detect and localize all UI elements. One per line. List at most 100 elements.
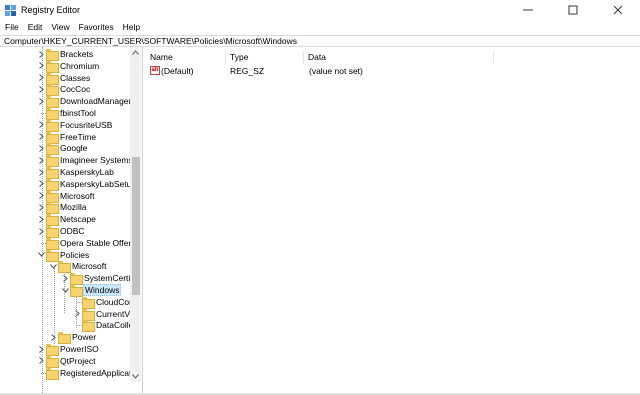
tree-node[interactable]: RegisteredApplicatio [3,367,142,380]
expand-right-icon[interactable] [37,83,45,95]
tree-node[interactable]: DataCollect [3,319,142,333]
tree-node-label: fbinstTool [60,108,96,118]
expand-down-icon[interactable] [37,249,45,261]
menu-edit[interactable]: Edit [23,21,47,33]
tree-node[interactable]: fbinstTool [3,107,142,120]
tree-node[interactable]: Netscape [3,213,142,227]
maximize-icon [568,5,577,15]
scroll-thumb[interactable] [132,157,140,295]
tree-node[interactable]: KasperskyLab [3,166,142,179]
string-value-icon: ab [150,66,160,75]
close-button[interactable] [595,0,640,20]
folder-icon [46,60,59,73]
tree-node[interactable]: Microsoft [3,260,142,274]
chevron-up-icon [132,50,139,55]
tree-node[interactable]: Google [3,142,142,156]
menu-bar: File Edit View Favorites Help [0,21,145,33]
tree-node[interactable]: KasperskyLabSetup [3,178,142,191]
tree-node[interactable]: Mozilla [3,201,142,215]
tree-node[interactable]: CurrentVers [3,308,142,321]
expand-right-icon[interactable] [37,48,45,60]
folder-icon [58,261,71,274]
folder-icon [70,273,83,286]
expand-right-icon[interactable] [37,190,45,202]
expand-right-icon[interactable] [37,95,45,107]
chevron-down-icon [132,374,139,379]
tree-node-label: FocusriteUSB [60,119,113,130]
expand-down-icon[interactable] [49,260,57,272]
expand-right-icon[interactable] [37,178,45,190]
tree-node-label: FreeTime [60,131,97,142]
menu-view[interactable]: View [47,21,74,33]
tree-node[interactable]: Power [3,331,142,345]
address-input[interactable]: Computer\HKEY_CURRENT_USER\SOFTWARE\Poli… [4,36,297,46]
folder-icon [58,332,71,345]
folder-icon [82,320,95,333]
folder-icon [46,226,59,238]
tree-node[interactable]: Chromium [3,60,142,73]
expand-right-icon[interactable] [37,60,45,72]
tree-node[interactable]: ODBC [3,225,142,238]
tree-node[interactable]: QtProject [3,355,142,368]
maximize-button[interactable] [550,0,595,20]
folder-icon [46,155,59,168]
tree-node-label: Brackets [60,49,94,59]
folder-icon [46,131,59,144]
value-row[interactable]: ab (Default) REG_SZ (value not set) [146,65,636,77]
column-header-name[interactable]: Name [146,51,226,64]
expand-down-icon[interactable] [61,284,69,296]
value-type: REG_SZ [230,66,265,76]
expand-right-icon[interactable] [37,343,45,355]
folder-icon [46,119,59,132]
menu-file[interactable]: File [0,21,23,33]
tree-node-label: Windows [83,284,122,296]
expand-right-icon[interactable] [61,272,69,284]
column-header-data[interactable]: Data [304,51,494,64]
tree-node[interactable]: Microsoft [3,190,142,203]
folder-icon [46,237,59,250]
expand-right-icon[interactable] [37,131,45,143]
tree-node[interactable]: FocusriteUSB [3,119,142,132]
menu-help[interactable]: Help [118,21,144,33]
folder-icon [46,96,59,109]
tree-node[interactable]: CloudCont [3,296,142,309]
tree-node[interactable]: CocCoc [3,83,142,97]
scroll-up-button[interactable] [130,47,141,58]
expand-right-icon[interactable] [37,72,45,84]
expand-right-icon[interactable] [37,142,45,154]
tree-node[interactable]: Windows [3,284,142,297]
expand-right-icon[interactable] [37,154,45,166]
tree-node[interactable]: Classes [3,72,142,85]
expand-right-icon[interactable] [49,331,57,343]
folder-icon [46,214,59,227]
tree-node[interactable]: Opera Stable Offer [3,237,142,250]
expand-right-icon[interactable] [37,166,45,178]
tree-node[interactable]: Imagineer Systems L [3,154,142,168]
tree-node[interactable]: Brackets [3,48,142,61]
column-header-type[interactable]: Type [226,51,304,64]
expand-right-icon[interactable] [37,213,45,225]
tree-node[interactable]: DownloadManager [3,95,142,109]
folder-icon [46,178,59,191]
registry-editor-icon [5,5,16,16]
scroll-down-button[interactable] [130,371,141,382]
minimize-button[interactable] [505,0,550,20]
tree-node[interactable]: PowerISO [3,343,142,356]
expand-right-icon[interactable] [37,119,45,131]
tree-node[interactable]: SystemCertific [3,272,142,286]
tree-node[interactable]: FreeTime [3,131,142,144]
tree-node[interactable]: Policies [3,249,142,262]
tree-node-label: Netscape [60,214,96,225]
expand-right-icon[interactable] [73,308,81,320]
tree-node-label: Mozilla [60,202,87,213]
expand-right-icon[interactable] [37,201,45,213]
tree-node-label: DownloadManager [60,96,132,107]
expand-right-icon[interactable] [37,225,45,237]
tree-node-label: Classes [60,72,91,83]
folder-icon [82,296,95,309]
menu-favorites[interactable]: Favorites [74,21,118,33]
folder-icon [46,108,59,120]
expand-right-icon[interactable] [37,355,45,367]
folder-icon [46,367,59,380]
tree-node-label: CocCoc [60,84,91,95]
